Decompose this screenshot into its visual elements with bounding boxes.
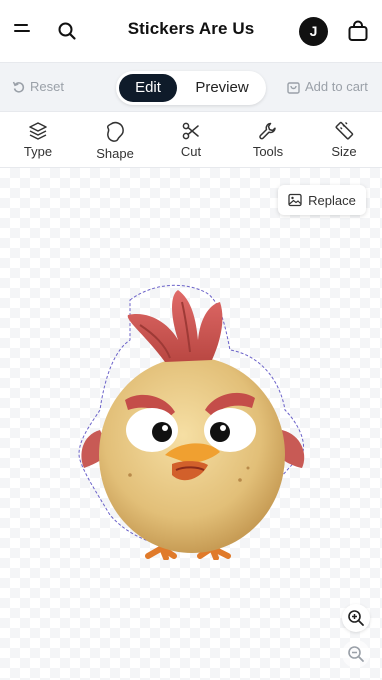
shopping-bag-icon[interactable]: [346, 19, 370, 43]
ruler-icon: [335, 121, 354, 140]
zoom-in-button[interactable]: [342, 604, 370, 632]
undo-icon: [12, 81, 25, 93]
add-to-cart-button[interactable]: Add to cart: [287, 79, 368, 94]
zoom-out-icon: [348, 646, 364, 662]
tab-preview[interactable]: Preview: [182, 74, 262, 102]
cart-bag-icon: [287, 81, 300, 94]
zoom-out-button[interactable]: [342, 640, 370, 668]
tool-label: Tools: [252, 144, 284, 159]
layers-icon: [29, 122, 47, 140]
mode-bar: Reset Edit Preview Add to cart: [0, 62, 382, 112]
blob-shape-icon: [107, 121, 124, 142]
add-to-cart-label: Add to cart: [305, 79, 368, 94]
tool-type[interactable]: Type: [8, 121, 68, 159]
tool-size[interactable]: Size: [314, 121, 374, 159]
tool-shape[interactable]: Shape: [85, 121, 145, 161]
replace-image-icon: [288, 193, 302, 207]
avatar[interactable]: J: [299, 17, 328, 46]
tool-cut[interactable]: Cut: [161, 121, 221, 159]
reset-button[interactable]: Reset: [12, 79, 64, 94]
menu-icon[interactable]: [14, 24, 30, 38]
design-canvas[interactable]: Replace: [0, 168, 382, 680]
reset-label: Reset: [30, 79, 64, 94]
edit-preview-toggle: Edit Preview: [116, 71, 266, 105]
tool-tools[interactable]: Tools: [238, 121, 298, 159]
tool-label: Cut: [180, 144, 202, 159]
tab-edit[interactable]: Edit: [119, 74, 177, 102]
scissors-icon: [182, 122, 199, 140]
zoom-in-icon: [348, 610, 364, 626]
wrench-icon: [259, 122, 276, 140]
replace-button[interactable]: Replace: [278, 185, 366, 215]
replace-label: Replace: [308, 192, 356, 208]
tool-label: Shape: [96, 146, 134, 161]
top-header: Stickers Are Us J: [0, 0, 382, 62]
tool-bar: Type Shape Cut Tools Size: [0, 112, 382, 168]
tool-label: Type: [23, 144, 53, 159]
search-icon[interactable]: [56, 20, 78, 42]
tool-label: Size: [331, 144, 357, 159]
chick-sticker[interactable]: [70, 280, 315, 560]
